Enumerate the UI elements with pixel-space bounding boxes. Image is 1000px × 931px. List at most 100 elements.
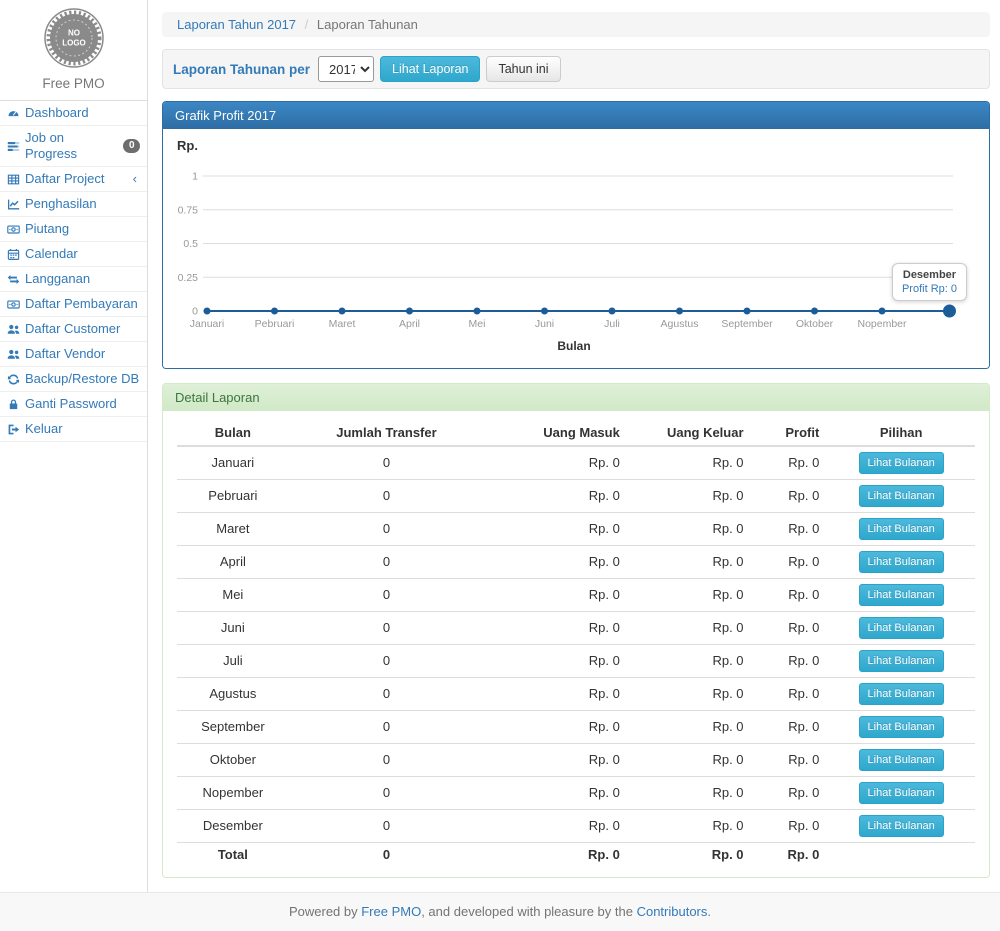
svg-text:0.75: 0.75 — [178, 204, 199, 216]
cell-bulan: Nopember — [177, 777, 289, 810]
breadcrumb-link[interactable]: Laporan Tahun 2017 — [177, 17, 296, 32]
footer-link-contributors[interactable]: Contributors — [637, 904, 708, 919]
view-monthly-button[interactable]: Lihat Bulanan — [859, 782, 944, 804]
view-monthly-button[interactable]: Lihat Bulanan — [859, 584, 944, 606]
sidebar-item-link[interactable]: Dashboard — [0, 101, 147, 125]
cell-uang-masuk: Rp. 0 — [484, 546, 628, 579]
cell-profit: Rp. 0 — [752, 480, 828, 513]
sidebar-item-dashboard[interactable]: Dashboard — [0, 101, 147, 126]
cell-bulan: Januari — [177, 446, 289, 480]
sidebar-item-label: Piutang — [25, 221, 69, 237]
sidebar-item-keluar[interactable]: Keluar — [0, 417, 147, 442]
cell-jumlah-transfer: 0 — [289, 744, 485, 777]
sidebar: NO LOGO Free PMO DashboardJob on Progres… — [0, 0, 148, 892]
sidebar-item-link[interactable]: Job on Progress0 — [0, 126, 147, 166]
table-row: Oktober0Rp. 0Rp. 0Rp. 0Lihat Bulanan — [177, 744, 975, 777]
sidebar-item-piutang[interactable]: Piutang — [0, 217, 147, 242]
svg-text:0.5: 0.5 — [183, 238, 198, 250]
cell-uang-masuk: Rp. 0 — [484, 645, 628, 678]
view-monthly-button[interactable]: Lihat Bulanan — [859, 617, 944, 639]
svg-text:Bulan: Bulan — [557, 339, 590, 353]
cell-uang-masuk: Rp. 0 — [484, 711, 628, 744]
sidebar-item-penghasilan[interactable]: Penghasilan — [0, 192, 147, 217]
sidebar-item-daftar-customer[interactable]: Daftar Customer — [0, 317, 147, 342]
footer-link-freepmo[interactable]: Free PMO — [361, 904, 421, 919]
cell-pilihan: Lihat Bulanan — [827, 546, 975, 579]
cell-uang-keluar: Rp. 0 — [628, 678, 752, 711]
total-pilihan — [827, 843, 975, 868]
sidebar-item-link[interactable]: Daftar Customer — [0, 317, 147, 341]
cell-pilihan: Lihat Bulanan — [827, 678, 975, 711]
brand-name: Free PMO — [0, 76, 147, 91]
year-select[interactable]: 2017 — [318, 56, 374, 82]
svg-text:Mei: Mei — [469, 318, 486, 330]
cell-uang-masuk: Rp. 0 — [484, 744, 628, 777]
view-monthly-button[interactable]: Lihat Bulanan — [859, 518, 944, 540]
cell-jumlah-transfer: 0 — [289, 810, 485, 843]
sidebar-item-link[interactable]: Piutang — [0, 217, 147, 241]
cell-uang-keluar: Rp. 0 — [628, 777, 752, 810]
sign-out-icon — [7, 423, 20, 436]
cell-pilihan: Lihat Bulanan — [827, 744, 975, 777]
cell-uang-keluar: Rp. 0 — [628, 446, 752, 480]
money-icon — [7, 223, 20, 236]
view-monthly-button[interactable]: Lihat Bulanan — [859, 485, 944, 507]
sidebar-item-link[interactable]: Daftar Pembayaran — [0, 292, 147, 316]
sidebar-item-link[interactable]: Ganti Password — [0, 392, 147, 416]
sidebar-item-label: Keluar — [25, 421, 63, 437]
sidebar-item-ganti-password[interactable]: Ganti Password — [0, 392, 147, 417]
view-monthly-button[interactable]: Lihat Bulanan — [859, 650, 944, 672]
view-monthly-button[interactable]: Lihat Bulanan — [859, 749, 944, 771]
chevron-left-icon: ‹ — [133, 173, 140, 185]
view-monthly-button[interactable]: Lihat Bulanan — [859, 716, 944, 738]
svg-text:0: 0 — [192, 306, 198, 318]
view-monthly-button[interactable]: Lihat Bulanan — [859, 815, 944, 837]
cell-uang-masuk: Rp. 0 — [484, 446, 628, 480]
logo-box: NO LOGO Free PMO — [0, 0, 147, 101]
report-period-label: Laporan Tahunan per — [173, 62, 310, 77]
sidebar-item-link[interactable]: Langganan — [0, 267, 147, 291]
sidebar-item-langganan[interactable]: Langganan — [0, 267, 147, 292]
cell-bulan: Pebruari — [177, 480, 289, 513]
view-monthly-button[interactable]: Lihat Bulanan — [859, 551, 944, 573]
cell-uang-masuk: Rp. 0 — [484, 513, 628, 546]
sidebar-item-daftar-project[interactable]: Daftar Project‹ — [0, 167, 147, 192]
sidebar-item-link[interactable]: Penghasilan — [0, 192, 147, 216]
sidebar-item-backup-restore-db[interactable]: Backup/Restore DB — [0, 367, 147, 392]
sidebar-item-calendar[interactable]: Calendar — [0, 242, 147, 267]
sidebar-item-daftar-vendor[interactable]: Daftar Vendor — [0, 342, 147, 367]
sidebar-item-link[interactable]: Keluar — [0, 417, 147, 441]
cell-uang-keluar: Rp. 0 — [628, 744, 752, 777]
column-header-jumlah-transfer: Jumlah Transfer — [289, 421, 485, 446]
cell-jumlah-transfer: 0 — [289, 678, 485, 711]
cell-jumlah-transfer: 0 — [289, 513, 485, 546]
sidebar-item-link[interactable]: Calendar — [0, 242, 147, 266]
table-row: April0Rp. 0Rp. 0Rp. 0Lihat Bulanan — [177, 546, 975, 579]
table-row: Nopember0Rp. 0Rp. 0Rp. 0Lihat Bulanan — [177, 777, 975, 810]
detail-panel-title: Detail Laporan — [163, 384, 989, 411]
view-report-button[interactable]: Lihat Laporan — [380, 56, 480, 82]
sidebar-item-link[interactable]: Daftar Project‹ — [0, 167, 147, 191]
this-year-button[interactable]: Tahun ini — [486, 56, 560, 82]
view-monthly-button[interactable]: Lihat Bulanan — [859, 452, 944, 474]
sidebar-item-link[interactable]: Daftar Vendor — [0, 342, 147, 366]
cell-uang-masuk: Rp. 0 — [484, 777, 628, 810]
cell-jumlah-transfer: 0 — [289, 645, 485, 678]
chart-tooltip-title: Desember — [902, 269, 957, 281]
detail-panel-body: BulanJumlah TransferUang MasukUang Kelua… — [163, 411, 989, 877]
cell-bulan: Desember — [177, 810, 289, 843]
chart-tooltip-value: Profit Rp: 0 — [902, 283, 957, 295]
cell-jumlah-transfer: 0 — [289, 446, 485, 480]
retweet-icon — [7, 273, 20, 286]
cell-profit: Rp. 0 — [752, 513, 828, 546]
cell-uang-keluar: Rp. 0 — [628, 513, 752, 546]
chart-panel-body: Rp.00.250.50.751JanuariPebruariMaretApri… — [163, 129, 989, 368]
sidebar-item-job-on-progress[interactable]: Job on Progress0 — [0, 126, 147, 167]
table-row: Januari0Rp. 0Rp. 0Rp. 0Lihat Bulanan — [177, 446, 975, 480]
view-monthly-button[interactable]: Lihat Bulanan — [859, 683, 944, 705]
sidebar-item-daftar-pembayaran[interactable]: Daftar Pembayaran — [0, 292, 147, 317]
profit-line-chart: Rp.00.250.50.751JanuariPebruariMaretApri… — [177, 137, 975, 359]
cell-pilihan: Lihat Bulanan — [827, 810, 975, 843]
sidebar-item-label: Daftar Pembayaran — [25, 296, 138, 312]
sidebar-item-link[interactable]: Backup/Restore DB — [0, 367, 147, 391]
